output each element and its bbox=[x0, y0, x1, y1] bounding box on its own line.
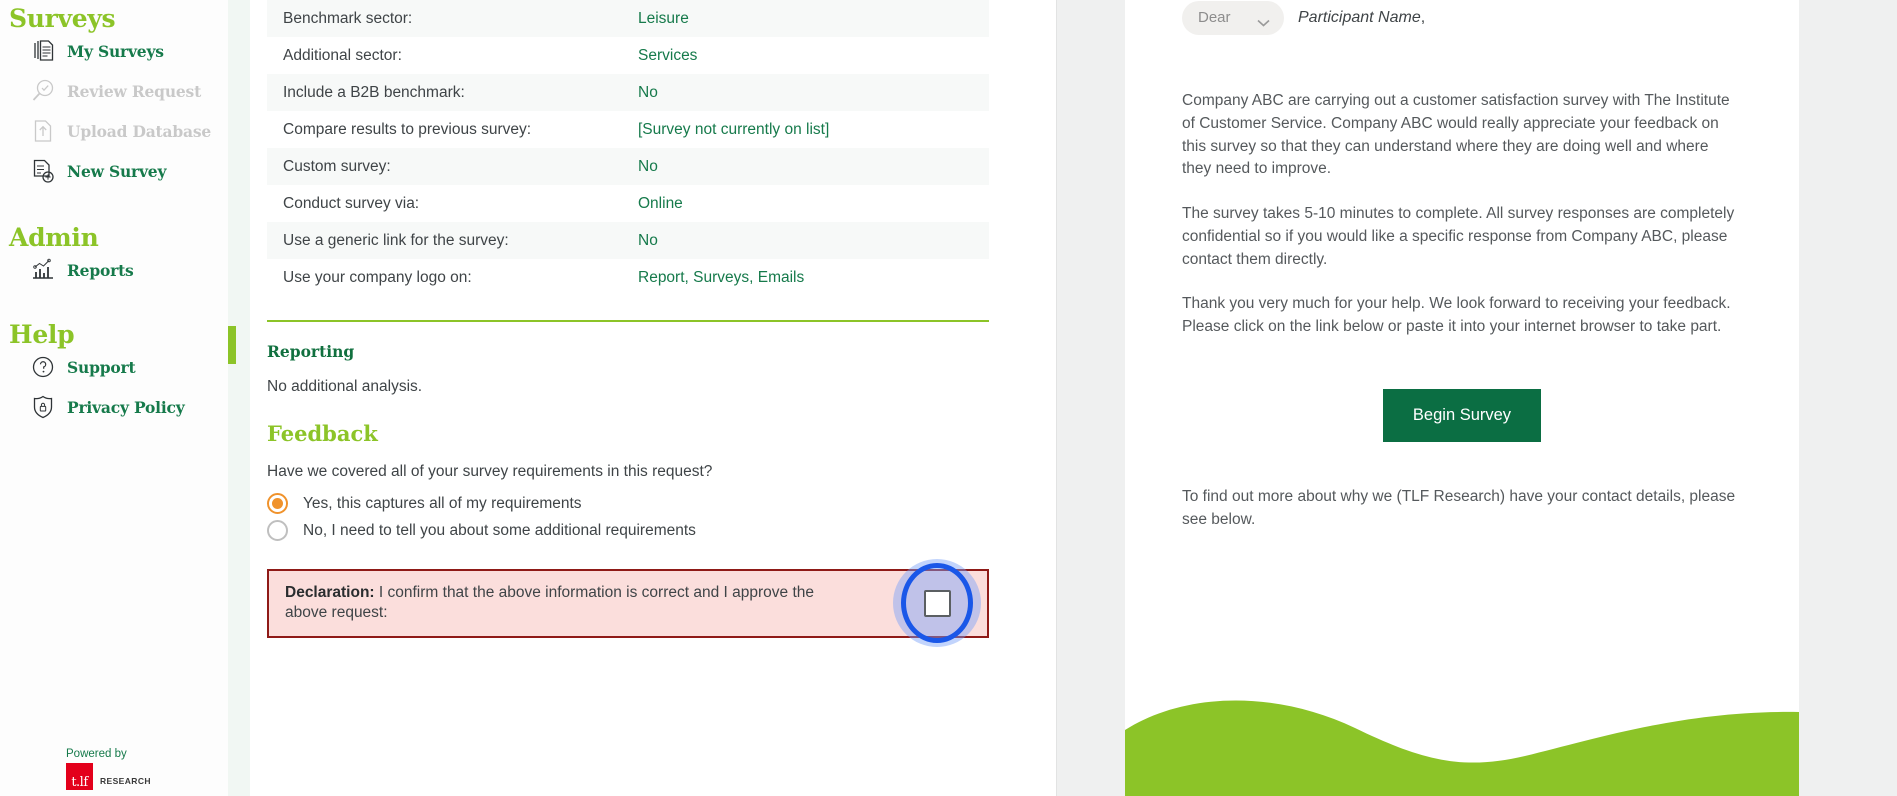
declaration-text: Declaration: I confirm that the above in… bbox=[285, 583, 830, 624]
table-row: Use your company logo on: Report, Survey… bbox=[267, 259, 989, 296]
upload-document-icon bbox=[30, 118, 56, 144]
detail-key: Benchmark sector: bbox=[283, 9, 413, 27]
magnifier-check-icon bbox=[30, 78, 56, 104]
detail-key: Use your company logo on: bbox=[283, 268, 472, 286]
green-wave-graphic bbox=[1125, 684, 1799, 796]
sidebar-group-help: Help Support Privacy Policy bbox=[0, 290, 228, 427]
detail-key: Include a B2B benchmark: bbox=[283, 83, 465, 101]
survey-details-body: Benchmark sector: Leisure Additional sec… bbox=[267, 0, 989, 296]
sidebar-item-review-request[interactable]: Review Request bbox=[0, 71, 228, 111]
email-paragraph-1: Company ABC are carrying out a customer … bbox=[1182, 92, 1730, 178]
feedback-option-label: No, I need to tell you about some additi… bbox=[303, 521, 696, 539]
detail-value: No bbox=[638, 231, 658, 249]
salutation-select[interactable]: Dear bbox=[1182, 0, 1284, 35]
powered-by-label: Powered by bbox=[66, 748, 127, 760]
declaration-checkbox[interactable] bbox=[923, 589, 951, 617]
declaration-label: Declaration: bbox=[285, 584, 375, 601]
sidebar-item-label: Upload Database bbox=[67, 121, 212, 141]
sidebar-item-support[interactable]: Support bbox=[0, 347, 228, 387]
email-footer-note: To find out more about why we (TLF Resea… bbox=[1182, 488, 1736, 528]
begin-survey-wrapper: Begin Survey bbox=[1182, 339, 1742, 443]
email-preview-backdrop: Dear Participant Name, Company ABC are c… bbox=[1056, 0, 1897, 796]
detail-value: Report, Surveys, Emails bbox=[638, 268, 805, 286]
declaration-box: Declaration: I confirm that the above in… bbox=[267, 559, 989, 648]
sidebar-item-new-survey[interactable]: New Survey bbox=[0, 151, 228, 191]
detail-key: Use a generic link for the survey: bbox=[283, 231, 509, 249]
sidebar-item-label: Review Request bbox=[67, 81, 202, 101]
section-divider bbox=[267, 320, 989, 322]
sidebar-item-label: Reports bbox=[67, 260, 134, 280]
tlf-logo-word: RESEARCH bbox=[100, 776, 151, 786]
email-preview-panel: Dear Participant Name, Company ABC are c… bbox=[1125, 0, 1799, 796]
sidebar-item-reports[interactable]: Reports bbox=[0, 250, 228, 290]
bar-chart-icon bbox=[30, 257, 56, 283]
participant-name-placeholder: Participant Name, bbox=[1298, 9, 1425, 27]
participant-name-text: Participant Name bbox=[1298, 8, 1421, 26]
main-content: Benchmark sector: Leisure Additional sec… bbox=[250, 0, 1056, 796]
sidebar-item-label: My Surveys bbox=[67, 41, 164, 61]
detail-value: Services bbox=[638, 46, 698, 64]
question-circle-icon bbox=[30, 354, 56, 380]
table-row: Include a B2B benchmark: No bbox=[267, 74, 989, 111]
feedback-option-label: Yes, this captures all of my requirement… bbox=[303, 494, 582, 512]
detail-key: Custom survey: bbox=[283, 157, 391, 175]
powered-by-footer: Powered by t.lf RESEARCH bbox=[66, 748, 216, 790]
radio-yes[interactable] bbox=[267, 493, 288, 514]
sidebar-item-upload-database[interactable]: Upload Database bbox=[0, 111, 228, 151]
table-row: Conduct survey via: Online bbox=[267, 185, 989, 222]
survey-details-table: Benchmark sector: Leisure Additional sec… bbox=[267, 0, 989, 296]
participant-name-suffix: , bbox=[1420, 8, 1426, 26]
detail-value: Online bbox=[638, 194, 683, 212]
sidebar-group-title: Surveys bbox=[9, 4, 116, 33]
detail-value: Leisure bbox=[638, 9, 689, 27]
feedback-option-yes[interactable]: Yes, this captures all of my requirement… bbox=[267, 493, 1056, 514]
tlf-logo-mark: t.lf bbox=[66, 763, 93, 790]
shield-lock-icon bbox=[30, 394, 56, 420]
table-row: Use a generic link for the survey: No bbox=[267, 222, 989, 259]
sidebar-group-title: Admin bbox=[9, 223, 99, 252]
email-paragraph-3: Thank you very much for your help. We lo… bbox=[1182, 295, 1731, 336]
reporting-heading: Reporting bbox=[267, 342, 355, 361]
table-row: Compare results to previous survey: [Sur… bbox=[267, 111, 989, 148]
sidebar: Surveys My Surveys Review Request Upload… bbox=[0, 0, 228, 796]
new-document-plus-icon bbox=[30, 158, 56, 184]
table-row: Custom survey: No bbox=[267, 148, 989, 185]
radio-no[interactable] bbox=[267, 520, 288, 541]
documents-stack-icon bbox=[30, 38, 56, 64]
salutation-value: Dear bbox=[1198, 9, 1231, 26]
feedback-option-no[interactable]: No, I need to tell you about some additi… bbox=[267, 520, 1056, 541]
email-greeting-row: Dear Participant Name, bbox=[1182, 0, 1742, 35]
table-row: Additional sector: Services bbox=[267, 37, 989, 74]
feedback-heading: Feedback bbox=[267, 421, 378, 446]
reporting-text: No additional analysis. bbox=[267, 378, 423, 395]
sidebar-item-privacy-policy[interactable]: Privacy Policy bbox=[0, 387, 228, 427]
tlf-logo: t.lf RESEARCH bbox=[66, 763, 216, 790]
feedback-question: Have we covered all of your survey requi… bbox=[267, 463, 713, 480]
sidebar-group-surveys: Surveys My Surveys Review Request Upload… bbox=[0, 0, 228, 191]
detail-value: [Survey not currently on list] bbox=[638, 120, 830, 138]
detail-key: Compare results to previous survey: bbox=[283, 120, 532, 138]
declaration-checkbox-highlight-ring bbox=[893, 559, 981, 648]
table-row: Benchmark sector: Leisure bbox=[267, 0, 989, 37]
detail-value: No bbox=[638, 157, 658, 175]
chevron-down-icon bbox=[1257, 14, 1270, 27]
page-scrollbar-thumb[interactable] bbox=[228, 326, 236, 364]
detail-value: No bbox=[638, 83, 658, 101]
tlf-logo-mark-text: t.lf bbox=[71, 775, 88, 790]
sidebar-item-my-surveys[interactable]: My Surveys bbox=[0, 31, 228, 71]
sidebar-item-label: Privacy Policy bbox=[67, 397, 185, 417]
page-scrollbar-track[interactable] bbox=[228, 0, 250, 796]
app-root: Surveys My Surveys Review Request Upload… bbox=[0, 0, 1897, 796]
sidebar-item-label: New Survey bbox=[67, 161, 167, 181]
sidebar-group-title: Help bbox=[9, 320, 75, 349]
sidebar-item-label: Support bbox=[67, 357, 136, 377]
detail-key: Additional sector: bbox=[283, 46, 402, 64]
begin-survey-button[interactable]: Begin Survey bbox=[1382, 389, 1542, 443]
detail-key: Conduct survey via: bbox=[283, 194, 420, 212]
sidebar-group-admin: Admin Reports bbox=[0, 191, 228, 290]
email-paragraph-2: The survey takes 5-10 minutes to complet… bbox=[1182, 205, 1735, 268]
